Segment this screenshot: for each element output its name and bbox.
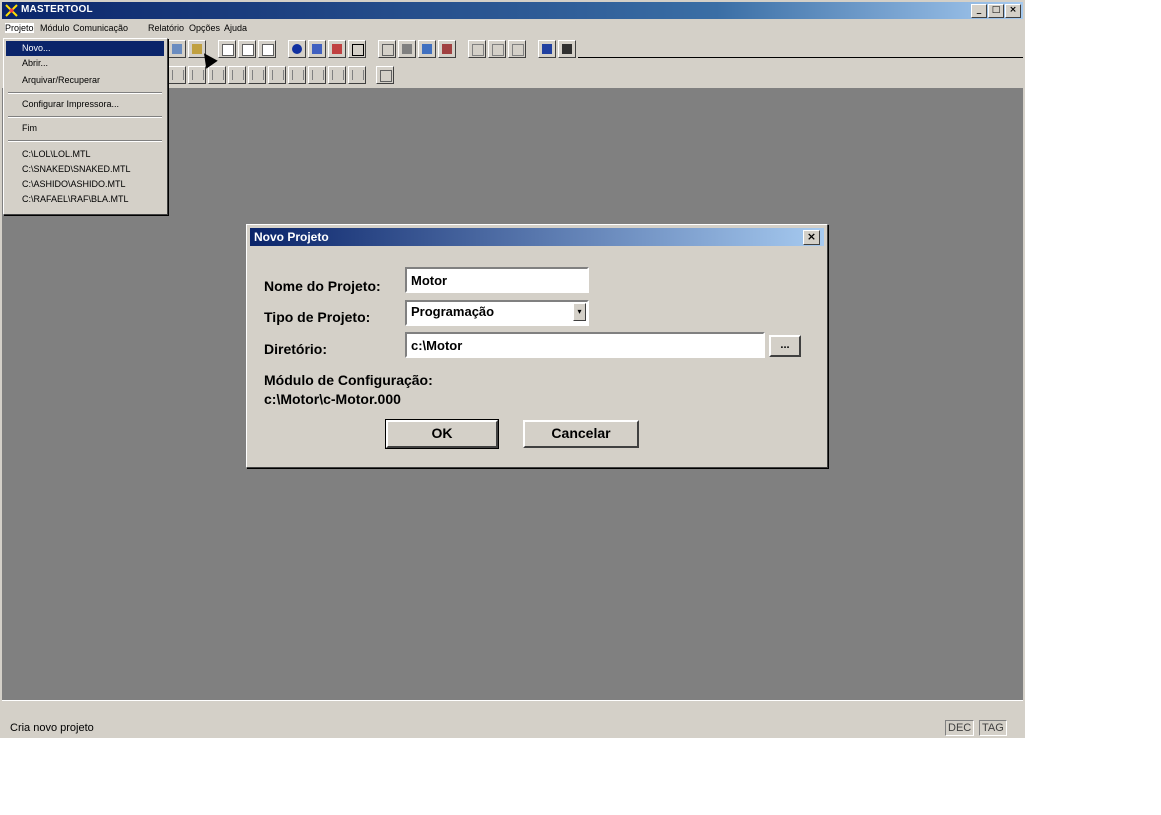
- ladder-contact-button[interactable]: [168, 66, 186, 84]
- browse-button[interactable]: ...: [769, 335, 801, 357]
- module-config-path: c:\Motor\c-Motor.000: [264, 391, 401, 407]
- menu-comunicacao[interactable]: Comunicação: [73, 23, 128, 33]
- novo-projeto-dialog: Novo Projeto × Nome do Projeto: Tipo de …: [246, 224, 828, 468]
- chevron-down-icon[interactable]: ▾: [573, 303, 586, 321]
- project-name-label: Nome do Projeto:: [264, 278, 381, 294]
- cancel-button[interactable]: Cancelar: [523, 420, 639, 448]
- menu-projeto[interactable]: Projeto: [5, 23, 34, 33]
- menu-item-recent-file[interactable]: C:\LOL\LOL.MTL: [6, 147, 164, 162]
- menu-separator: [8, 140, 162, 142]
- menu-item-abrir[interactable]: Abrir...: [6, 56, 164, 71]
- ladder-coil-set-button[interactable]: [228, 66, 246, 84]
- menu-item-arquivar[interactable]: Arquivar/Recuperar: [6, 73, 164, 88]
- menu-separator: [8, 116, 162, 118]
- menu-item-configurar-impressora[interactable]: Configurar Impressora...: [6, 97, 164, 112]
- menu-relatorio[interactable]: Relatório: [148, 23, 184, 33]
- window-title: MASTERTOOL: [21, 4, 93, 15]
- chart-tool-button[interactable]: [418, 40, 436, 58]
- dialog-title-bar: Novo Projeto ×: [250, 228, 824, 246]
- ladder-edit-button[interactable]: [376, 66, 394, 84]
- project-type-label: Tipo de Projeto:: [264, 309, 371, 325]
- menu-item-novo[interactable]: Novo...: [6, 41, 164, 56]
- horizontal-scrollbar[interactable]: [2, 700, 1023, 719]
- module-config-label: Módulo de Configuração:: [264, 372, 433, 388]
- menu-item-recent-file[interactable]: C:\ASHIDO\ASHIDO.MTL: [6, 177, 164, 192]
- menu-item-recent-file[interactable]: C:\SNAKED\SNAKED.MTL: [6, 162, 164, 177]
- status-dec: DEC: [945, 720, 975, 736]
- edit-tool-button[interactable]: [218, 40, 236, 58]
- transfer-tool-button[interactable]: [438, 40, 456, 58]
- menu-item-recent-file[interactable]: C:\RAFAEL\RAF\BLA.MTL: [6, 192, 164, 207]
- ladder-box-button[interactable]: [328, 66, 346, 84]
- cut-tool-button[interactable]: [508, 40, 526, 58]
- status-tag: TAG: [979, 720, 1007, 736]
- dialog-close-icon[interactable]: ×: [803, 230, 820, 245]
- ladder-connect-button[interactable]: [308, 66, 326, 84]
- project-name-input[interactable]: [405, 267, 589, 293]
- menu-ajuda[interactable]: Ajuda: [224, 23, 247, 33]
- find-tool-button[interactable]: [468, 40, 486, 58]
- menu-opcoes[interactable]: Opções: [189, 23, 220, 33]
- mastertool-window: MASTERTOOL _ □ × Projeto Módulo Comunica…: [0, 0, 1025, 738]
- list-tool-button[interactable]: [238, 40, 256, 58]
- replace-tool-button[interactable]: [488, 40, 506, 58]
- title-bar: MASTERTOOL _ □ ×: [2, 2, 1023, 19]
- project-type-select[interactable]: Programação ▾: [405, 300, 589, 326]
- toolbar-divider: [578, 57, 1023, 58]
- module-tool-button[interactable]: [328, 40, 346, 58]
- paste-tool-button[interactable]: [168, 40, 186, 58]
- dialog-title: Novo Projeto: [254, 230, 329, 244]
- project-type-value: Programação: [411, 304, 495, 319]
- app-icon: [5, 4, 18, 17]
- io-tool-button[interactable]: [378, 40, 396, 58]
- help-cursor-icon[interactable]: [558, 40, 576, 58]
- ok-button[interactable]: OK: [385, 419, 499, 449]
- ladder-coil-button[interactable]: [208, 66, 226, 84]
- monitor-tool-button[interactable]: [398, 40, 416, 58]
- directory-input[interactable]: [405, 332, 765, 358]
- ladder-contact-nc-button[interactable]: [188, 66, 206, 84]
- close-button[interactable]: ×: [1005, 4, 1021, 18]
- page-tool-button[interactable]: [308, 40, 326, 58]
- menu-separator: [8, 92, 162, 94]
- ladder-jump-button[interactable]: [348, 66, 366, 84]
- info-icon[interactable]: [288, 40, 306, 58]
- minimize-button[interactable]: _: [971, 4, 987, 18]
- zero-tool-button[interactable]: [348, 40, 366, 58]
- menu-modulo[interactable]: Módulo: [40, 23, 70, 33]
- ladder-branch-button[interactable]: [288, 66, 306, 84]
- grid-tool-button[interactable]: [258, 40, 276, 58]
- ladder-line-button[interactable]: [268, 66, 286, 84]
- tools-tool-button[interactable]: [538, 40, 556, 58]
- ladder-coil-reset-button[interactable]: [248, 66, 266, 84]
- directory-label: Diretório:: [264, 341, 327, 357]
- status-bar: Cria novo projeto DEC TAG: [2, 719, 1023, 737]
- menu-item-fim[interactable]: Fim: [6, 121, 164, 136]
- status-text: Cria novo projeto: [10, 722, 94, 734]
- projeto-dropdown-menu: Novo... Abrir... Arquivar/Recuperar Conf…: [3, 38, 168, 215]
- menu-bar: Projeto Módulo Comunicação Relatório Opç…: [2, 20, 1023, 38]
- maximize-button[interactable]: □: [988, 4, 1004, 18]
